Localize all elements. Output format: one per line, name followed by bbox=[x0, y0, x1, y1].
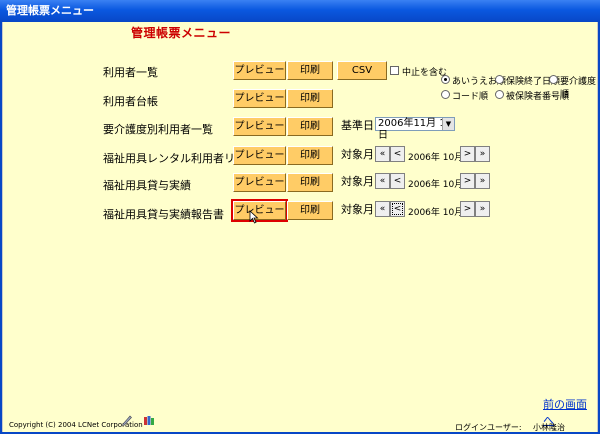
row-label-rental-report: 福祉用具貸与実績報告書 bbox=[103, 208, 224, 221]
prev-month-button[interactable]: < bbox=[390, 201, 405, 217]
login-user-label: ログインユーザー: bbox=[455, 423, 522, 432]
preview-button-rental-results[interactable]: プレビュー bbox=[233, 173, 286, 192]
first-month-button[interactable]: « bbox=[375, 173, 390, 189]
target-month-label: 対象月 bbox=[341, 203, 374, 216]
target-month-value: 2006年 10月 bbox=[408, 153, 464, 163]
preview-button-user-list[interactable]: プレビュー bbox=[233, 61, 286, 80]
print-button-rental-user-list[interactable]: 印刷 bbox=[287, 146, 333, 165]
sort-radio-care-level[interactable] bbox=[549, 75, 558, 84]
base-date-select[interactable]: 2006年11月 1日 ▼ bbox=[375, 117, 455, 141]
target-month-value: 2006年 10月 bbox=[408, 208, 464, 218]
print-button-care-level-list[interactable]: 印刷 bbox=[287, 117, 333, 136]
first-month-button[interactable]: « bbox=[375, 201, 390, 217]
next-month-button[interactable]: > bbox=[460, 146, 475, 162]
last-month-button[interactable]: » bbox=[475, 173, 490, 189]
sort-radio-code[interactable] bbox=[441, 90, 450, 99]
print-button-rental-report[interactable]: 印刷 bbox=[287, 201, 333, 220]
preview-button-user-ledger[interactable]: プレビュー bbox=[233, 89, 286, 108]
print-button-user-list[interactable]: 印刷 bbox=[287, 61, 333, 80]
exclude-cancel-label: 中止を含む bbox=[402, 68, 448, 78]
sort-radio-insurance-end[interactable] bbox=[495, 75, 504, 84]
print-button-user-ledger[interactable]: 印刷 bbox=[287, 89, 333, 108]
preview-button-care-level-list[interactable]: プレビュー bbox=[233, 117, 286, 136]
pen-icon[interactable] bbox=[121, 414, 133, 426]
preview-button-rental-user-list[interactable]: プレビュー bbox=[233, 146, 286, 165]
sort-radio-aiueo[interactable] bbox=[441, 75, 450, 84]
sort-label-code: コード順 bbox=[452, 92, 489, 102]
base-date-label: 基準日 bbox=[341, 119, 374, 132]
print-button-rental-results[interactable]: 印刷 bbox=[287, 173, 333, 192]
exclude-cancel-checkbox[interactable] bbox=[390, 66, 399, 75]
prev-month-button[interactable]: < bbox=[390, 146, 405, 162]
books-icon[interactable] bbox=[143, 414, 155, 426]
last-month-button[interactable]: » bbox=[475, 201, 490, 217]
row-label-user-ledger: 利用者台帳 bbox=[103, 95, 158, 108]
sort-radio-insured-number[interactable] bbox=[495, 90, 504, 99]
login-user-name: 小林隆治 bbox=[533, 423, 565, 432]
mouse-cursor-icon bbox=[249, 210, 259, 224]
target-month-label: 対象月 bbox=[341, 175, 374, 188]
target-month-value: 2006年 10月 bbox=[408, 180, 464, 190]
next-month-button[interactable]: > bbox=[460, 201, 475, 217]
prev-month-button[interactable]: < bbox=[390, 173, 405, 189]
row-label-user-list: 利用者一覧 bbox=[103, 66, 158, 79]
last-month-button[interactable]: » bbox=[475, 146, 490, 162]
row-label-care-level-list: 要介護度別利用者一覧 bbox=[103, 123, 213, 136]
dropdown-arrow-icon[interactable]: ▼ bbox=[442, 118, 454, 130]
csv-button-user-list[interactable]: CSV bbox=[337, 61, 387, 80]
row-label-rental-results: 福祉用具貸与実績 bbox=[103, 179, 191, 192]
target-month-label: 対象月 bbox=[341, 148, 374, 161]
window-title: 管理帳票メニュー bbox=[6, 4, 94, 17]
next-month-button[interactable]: > bbox=[460, 173, 475, 189]
base-date-value: 2006年11月 1日 bbox=[378, 118, 446, 141]
page-title: 管理帳票メニュー bbox=[131, 26, 232, 40]
window-titlebar: 管理帳票メニュー bbox=[0, 0, 600, 22]
sort-label-insured-number: 被保険者番号順 bbox=[506, 92, 570, 102]
first-month-button[interactable]: « bbox=[375, 146, 390, 162]
preview-button-rental-report[interactable]: プレビュー bbox=[231, 199, 288, 222]
main-panel: 管理帳票メニュー 利用者一覧 プレビュー 印刷 CSV 中止を含む あいうえお順… bbox=[2, 22, 598, 432]
